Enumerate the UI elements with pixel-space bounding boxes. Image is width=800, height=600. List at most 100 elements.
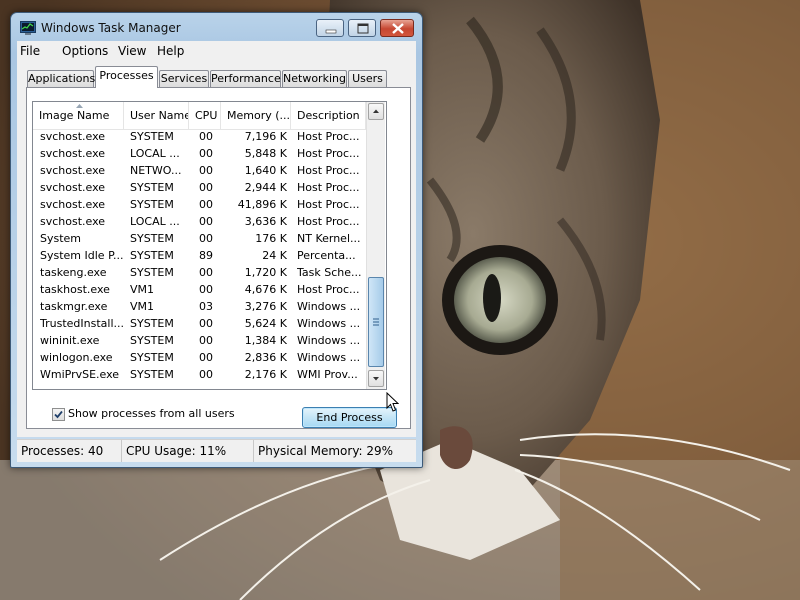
cell-user-name: LOCAL ... bbox=[130, 147, 180, 160]
column-header-memory[interactable]: Memory (... bbox=[221, 102, 291, 129]
cell-description: Host Proc... bbox=[297, 130, 360, 143]
table-row[interactable]: taskmgr.exe VM1 03 3,276 K Windows ... bbox=[33, 298, 366, 315]
tab-users[interactable]: Users bbox=[348, 70, 387, 87]
mouse-pointer-icon bbox=[386, 392, 399, 412]
tab-networking[interactable]: Networking bbox=[282, 70, 347, 87]
cell-user-name: SYSTEM bbox=[130, 266, 174, 279]
cell-description: Host Proc... bbox=[297, 283, 360, 296]
table-row[interactable]: svchost.exe LOCAL ... 00 3,636 K Host Pr… bbox=[33, 213, 366, 230]
cell-memory: 2,176 K bbox=[244, 368, 287, 381]
column-header-user-name[interactable]: User Name bbox=[124, 102, 189, 129]
table-row[interactable]: TrustedInstall... SYSTEM 00 5,624 K Wind… bbox=[33, 315, 366, 332]
cell-description: Windows ... bbox=[297, 351, 361, 364]
show-all-users-label: Show processes from all users bbox=[68, 407, 235, 420]
menu-file[interactable]: File bbox=[20, 44, 40, 58]
maximize-button[interactable] bbox=[348, 19, 376, 37]
menu-help[interactable]: Help bbox=[157, 44, 184, 58]
cell-memory: 3,276 K bbox=[244, 300, 287, 313]
table-row[interactable]: winlogon.exe SYSTEM 00 2,836 K Windows .… bbox=[33, 349, 366, 366]
scroll-thumb[interactable] bbox=[368, 277, 384, 367]
table-row[interactable]: taskhost.exe VM1 00 4,676 K Host Proc... bbox=[33, 281, 366, 298]
table-row[interactable]: wininit.exe SYSTEM 00 1,384 K Windows ..… bbox=[33, 332, 366, 349]
cell-cpu: 00 bbox=[199, 368, 213, 381]
close-icon bbox=[392, 23, 404, 34]
menu-options[interactable]: Options bbox=[62, 44, 108, 58]
table-row[interactable]: System SYSTEM 00 176 K NT Kernel... bbox=[33, 230, 366, 247]
sort-ascending-icon bbox=[76, 104, 83, 108]
cell-memory: 2,836 K bbox=[244, 351, 287, 364]
column-header-label: Image Name bbox=[39, 109, 110, 122]
cell-memory: 41,896 K bbox=[237, 198, 287, 211]
cell-memory: 2,944 K bbox=[244, 181, 287, 194]
cell-user-name: LOCAL ... bbox=[130, 215, 180, 228]
cell-image-name: System bbox=[40, 232, 82, 245]
table-row[interactable]: System Idle P... SYSTEM 89 24 K Percenta… bbox=[33, 247, 366, 264]
cell-description: Host Proc... bbox=[297, 147, 360, 160]
status-bar: Processes: 40 CPU Usage: 11% Physical Me… bbox=[17, 439, 416, 462]
tab-services[interactable]: Services bbox=[159, 70, 209, 87]
menu-view[interactable]: View bbox=[118, 44, 146, 58]
vertical-scrollbar[interactable] bbox=[366, 102, 385, 389]
checkmark-icon bbox=[54, 410, 63, 419]
column-header-cpu[interactable]: CPU bbox=[189, 102, 221, 129]
status-physical-memory: Physical Memory: 29% bbox=[258, 444, 394, 458]
cell-description: Task Sche... bbox=[297, 266, 362, 279]
scroll-down-button[interactable] bbox=[368, 370, 384, 387]
table-row[interactable]: svchost.exe LOCAL ... 00 5,848 K Host Pr… bbox=[33, 145, 366, 162]
show-all-users-checkbox[interactable] bbox=[52, 408, 65, 421]
tab-performance[interactable]: Performance bbox=[210, 70, 281, 87]
cell-image-name: taskhost.exe bbox=[40, 283, 110, 296]
end-process-button[interactable]: End Process bbox=[302, 407, 397, 428]
title-bar[interactable]: Windows Task Manager bbox=[11, 13, 422, 43]
cell-user-name: SYSTEM bbox=[130, 368, 174, 381]
cell-memory: 1,384 K bbox=[244, 334, 287, 347]
cell-image-name: svchost.exe bbox=[40, 198, 106, 211]
table-row[interactable]: svchost.exe SYSTEM 00 7,196 K Host Proc.… bbox=[33, 128, 366, 145]
cell-user-name: SYSTEM bbox=[130, 317, 174, 330]
column-header-description[interactable]: Description bbox=[291, 102, 366, 129]
cell-description: Windows ... bbox=[297, 334, 361, 347]
table-row[interactable]: svchost.exe SYSTEM 00 2,944 K Host Proc.… bbox=[33, 179, 366, 196]
cell-description: Host Proc... bbox=[297, 164, 360, 177]
cell-user-name: SYSTEM bbox=[130, 181, 174, 194]
table-row[interactable]: taskeng.exe SYSTEM 00 1,720 K Task Sche.… bbox=[33, 264, 366, 281]
cell-cpu: 00 bbox=[199, 130, 213, 143]
cell-memory: 176 K bbox=[255, 232, 287, 245]
window-title: Windows Task Manager bbox=[41, 21, 181, 35]
table-row[interactable]: svchost.exe SYSTEM 00 41,896 K Host Proc… bbox=[33, 196, 366, 213]
cell-description: Windows ... bbox=[297, 317, 361, 330]
cell-memory: 5,624 K bbox=[244, 317, 287, 330]
cell-image-name: winlogon.exe bbox=[40, 351, 113, 364]
status-processes: Processes: 40 bbox=[17, 440, 122, 462]
cell-cpu: 00 bbox=[199, 164, 213, 177]
tab-applications[interactable]: Applications bbox=[27, 70, 95, 87]
cell-cpu: 00 bbox=[199, 232, 213, 245]
cell-cpu: 00 bbox=[199, 334, 213, 347]
cell-memory: 5,848 K bbox=[244, 147, 287, 160]
minimize-button[interactable] bbox=[316, 19, 344, 37]
cell-image-name: svchost.exe bbox=[40, 181, 106, 194]
cell-image-name: svchost.exe bbox=[40, 215, 106, 228]
cell-memory: 1,640 K bbox=[244, 164, 287, 177]
cell-user-name: SYSTEM bbox=[130, 130, 174, 143]
cell-image-name: svchost.exe bbox=[40, 130, 106, 143]
task-manager-icon bbox=[20, 21, 36, 35]
cell-description: Host Proc... bbox=[297, 198, 360, 211]
cell-cpu: 00 bbox=[199, 351, 213, 364]
cell-image-name: wininit.exe bbox=[40, 334, 100, 347]
scroll-up-button[interactable] bbox=[368, 103, 384, 120]
cell-description: Host Proc... bbox=[297, 181, 360, 194]
cell-user-name: SYSTEM bbox=[130, 249, 174, 262]
cell-cpu: 00 bbox=[199, 181, 213, 194]
process-list[interactable]: Image Name User Name CPU Memory (... Des… bbox=[32, 101, 387, 390]
status-cpu-usage: CPU Usage: 11% bbox=[122, 440, 254, 462]
cell-image-name: taskeng.exe bbox=[40, 266, 107, 279]
table-row[interactable]: svchost.exe NETWO... 00 1,640 K Host Pro… bbox=[33, 162, 366, 179]
cell-memory: 3,636 K bbox=[244, 215, 287, 228]
cell-cpu: 00 bbox=[199, 215, 213, 228]
close-button[interactable] bbox=[380, 19, 414, 37]
list-header: Image Name User Name CPU Memory (... Des… bbox=[33, 102, 366, 130]
table-row[interactable]: WmiPrvSE.exe SYSTEM 00 2,176 K WMI Prov.… bbox=[33, 366, 366, 383]
tab-processes[interactable]: Processes bbox=[95, 66, 158, 88]
cell-user-name: SYSTEM bbox=[130, 334, 174, 347]
